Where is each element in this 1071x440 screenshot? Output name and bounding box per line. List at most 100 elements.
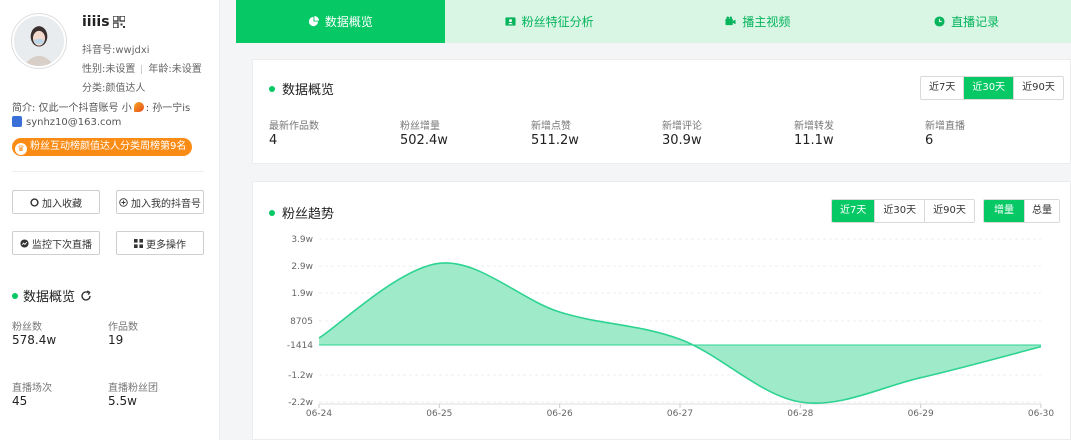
data-point[interactable] (557, 310, 562, 315)
green-dot-icon (269, 85, 275, 92)
email-row: synhz10@163.com (12, 116, 121, 128)
rank-badge-text: 粉丝互动榜颜值达人分类周榜第9名 (30, 141, 187, 152)
stat-value: 19 (108, 333, 124, 347)
metric-label: 新增直播 (925, 121, 965, 132)
stat-label: 作品数 (108, 322, 138, 333)
stat-label: 直播场次 (12, 383, 52, 394)
metric-label: 新增转发 (794, 121, 834, 132)
green-dot-icon (12, 292, 18, 299)
gender: 性别:未设置 (82, 64, 136, 75)
circle-icon (30, 197, 39, 207)
stat-label: 直播粉丝团 (108, 383, 158, 394)
qrcode-icon[interactable] (113, 16, 125, 28)
data-point[interactable] (678, 337, 683, 342)
metric-value: 502.4w (400, 133, 448, 148)
metric-value: 4 (269, 133, 278, 148)
tab-overview[interactable]: 数据概览 (236, 0, 445, 43)
main-tabs: 数据概览 粉丝特征分析 播主视频 直播记录 (236, 0, 1071, 43)
metric-label: 新增评论 (662, 121, 702, 132)
data-point[interactable] (918, 375, 923, 380)
more-actions-button[interactable]: 更多操作 (116, 231, 204, 255)
metric-value: 30.9w (662, 133, 702, 148)
fans-trend-chart[interactable]: 3.9w 2.9w 1.9w 8705 -1414 -1.2w -2.2w06-24 06-2… (253, 182, 1071, 439)
monitor-live-label: 监控下次直播 (32, 239, 92, 251)
refresh-icon[interactable] (80, 289, 92, 302)
clock-icon (934, 16, 945, 27)
range-7d[interactable]: 近7天 (921, 77, 965, 99)
video-camera-icon (725, 16, 736, 26)
trend-area (319, 262, 1041, 404)
tab-live-records-label: 直播记录 (951, 15, 1000, 29)
tab-live-records[interactable]: 直播记录 (862, 0, 1071, 43)
add-my-account-label: 加入我的抖音号 (131, 198, 201, 210)
tab-fans-analysis-label: 粉丝特征分析 (521, 15, 594, 29)
y-tick-label: -1414 (287, 341, 313, 351)
age: 年龄:未设置 (148, 64, 202, 75)
stat-value: 45 (12, 394, 28, 408)
nickname: iiiis (82, 14, 110, 30)
data-point[interactable] (437, 261, 442, 266)
crown-icon: ♛ (15, 143, 27, 155)
bio-text: 简介: 仅此一个抖音账号 小 (12, 103, 132, 114)
avatar[interactable] (12, 14, 66, 68)
overview-title-label: 数据概览 (282, 83, 335, 98)
sidebar: iiiis 抖音号:wwjdxi 性别:未设置 年龄:未设置 分类:颜值达人 简介… (0, 0, 220, 440)
sidebar-overview-label: 数据概览 (23, 290, 76, 305)
x-tick-label: 06-29 (908, 409, 934, 419)
x-tick-label: 06-28 (787, 409, 813, 419)
email: synhz10@163.com (26, 117, 122, 128)
y-tick-label: -2.2w (288, 398, 313, 408)
add-my-account-button[interactable]: 加入我的抖音号 (116, 190, 204, 214)
douyin-id: 抖音号:wwjdxi (82, 45, 150, 56)
plus-circle-icon (119, 197, 128, 207)
monitor-live-button[interactable]: 监控下次直播 (12, 231, 100, 255)
mango-emoji-icon (133, 102, 144, 112)
overview-title: 数据概览 (269, 79, 334, 98)
overview-card: 数据概览 近7天 近30天 近90天 最新作品数 4 粉丝增量 502.4w 新… (252, 59, 1071, 164)
rank-badge[interactable]: ♛ 粉丝互动榜颜值达人分类周榜第9名 (12, 138, 193, 156)
data-point[interactable] (798, 400, 803, 405)
range-90d[interactable]: 近90天 (1014, 77, 1063, 99)
gender-age-row: 性别:未设置 年龄:未设置 (82, 60, 202, 75)
x-tick-label: 06-26 (547, 409, 573, 419)
y-tick-label: 1.9w (291, 289, 313, 299)
fans-trend-card: 粉丝趋势 近7天 近30天 近90天 增量 总量 3.9w 2.9w 1.9w 870… (252, 181, 1071, 440)
id-card-icon (505, 17, 516, 26)
tab-fans-analysis[interactable]: 粉丝特征分析 (445, 0, 654, 43)
data-point[interactable] (317, 336, 322, 341)
metric-label: 最新作品数 (269, 121, 319, 132)
data-point[interactable] (1039, 344, 1044, 349)
bio-name: : 孙一宁is (145, 103, 191, 114)
monitor-icon (20, 238, 29, 248)
metric-label: 粉丝增量 (400, 121, 440, 132)
x-tick-label: 06-30 (1028, 409, 1054, 419)
tab-videos[interactable]: 播主视频 (654, 0, 863, 43)
stat-value: 5.5w (108, 394, 137, 408)
overview-range-switch: 近7天 近30天 近90天 (920, 76, 1064, 100)
pie-chart-icon (308, 16, 319, 27)
y-tick-label: 3.9w (291, 235, 313, 245)
bio: 简介: 仅此一个抖音账号 小 : 孙一宁is (12, 99, 190, 114)
y-tick-label: -1.2w (288, 371, 313, 381)
tab-videos-label: 播主视频 (742, 15, 791, 29)
grid-icon (134, 238, 143, 248)
x-tick-label: 06-24 (306, 409, 332, 419)
more-actions-label: 更多操作 (146, 239, 186, 251)
sidebar-overview-title: 数据概览 (12, 286, 92, 305)
x-tick-label: 06-25 (426, 409, 452, 419)
tab-overview-label: 数据概览 (324, 15, 373, 29)
divider (12, 171, 204, 172)
metric-label: 新增点赞 (531, 121, 571, 132)
range-30d[interactable]: 近30天 (964, 77, 1015, 99)
stat-label: 粉丝数 (12, 322, 42, 333)
y-tick-label: 8705 (290, 317, 313, 327)
metric-value: 6 (925, 133, 934, 148)
x-tick-label: 06-27 (667, 409, 693, 419)
metric-value: 11.1w (794, 133, 834, 148)
add-favorite-button[interactable]: 加入收藏 (12, 190, 100, 214)
contact-card-icon (12, 116, 22, 127)
y-tick-label: 2.9w (291, 262, 313, 272)
stat-value: 578.4w (12, 333, 57, 347)
metric-value: 511.2w (531, 133, 579, 148)
add-favorite-label: 加入收藏 (42, 198, 82, 210)
